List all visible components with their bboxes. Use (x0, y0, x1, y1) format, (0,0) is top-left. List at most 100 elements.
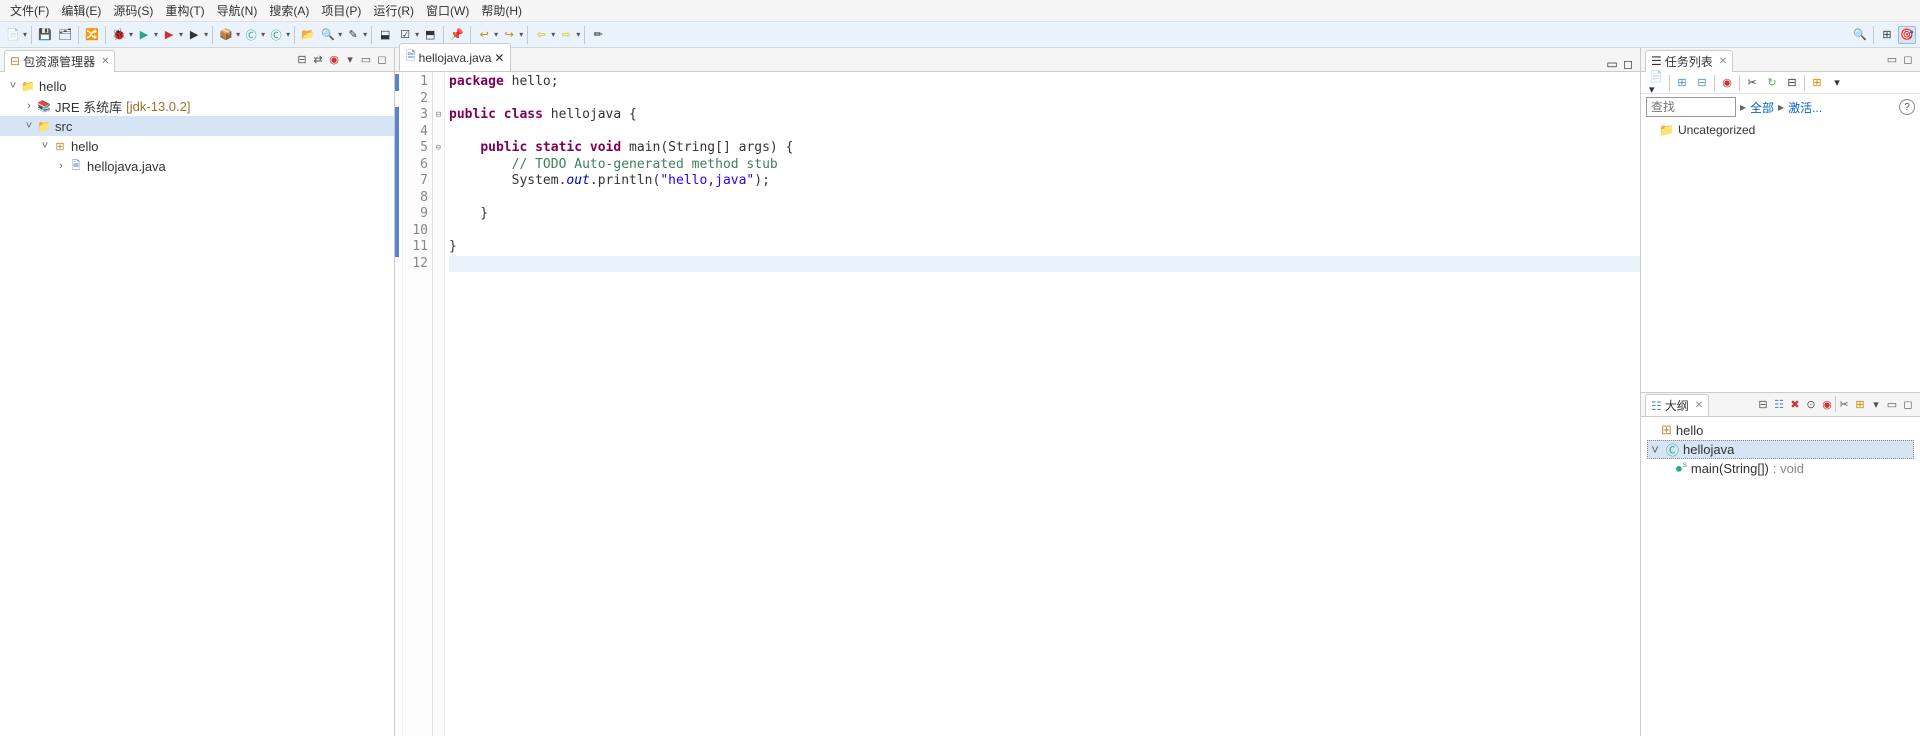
menu-refactor[interactable]: 重构(T) (159, 0, 210, 21)
src-node[interactable]: ˅ 📁 src (0, 116, 394, 136)
categorize-icon[interactable]: ⊞ (1852, 396, 1868, 412)
task-icon[interactable]: ☑ (396, 26, 414, 44)
maximize-icon[interactable]: ◻ (374, 52, 390, 68)
activate-link[interactable]: 激活... (1788, 99, 1822, 116)
expand-icon[interactable]: › (54, 160, 68, 172)
search-icon[interactable]: 🔍 (319, 26, 337, 44)
ext-run-icon[interactable]: ▶ (185, 26, 203, 44)
tasks-icon: ☰ (1651, 54, 1662, 68)
expand-icon[interactable]: › (22, 100, 36, 112)
menu-nav[interactable]: 导航(N) (211, 0, 264, 21)
menu-run[interactable]: 运行(R) (367, 0, 420, 21)
minimize-icon[interactable]: ▭ (358, 52, 374, 68)
maximize-icon[interactable]: ◻ (1900, 52, 1916, 68)
marker (395, 74, 399, 91)
open-perspective-icon[interactable]: ⊞ (1878, 26, 1896, 44)
maximize-icon[interactable]: ◻ (1900, 396, 1916, 412)
view-menu-icon[interactable]: ▾ (1829, 75, 1845, 91)
hide-icon[interactable]: ✖ (1787, 396, 1803, 412)
focus-task-icon[interactable]: ◉ (326, 52, 342, 68)
focus-icon[interactable]: ◉ (1719, 75, 1735, 91)
project-icon: 📁 (20, 79, 36, 93)
filter-icon[interactable]: ⊞ (1809, 75, 1825, 91)
editor-tab-hellojava[interactable]: 🗎 hellojava.java ✕ (399, 43, 511, 71)
pin-icon[interactable]: 📌 (448, 26, 466, 44)
new-class2-icon[interactable]: Ⓒ (267, 26, 285, 44)
close-icon[interactable]: ✕ (1695, 400, 1703, 411)
package-node[interactable]: ˅ ⊞ hello (0, 136, 394, 156)
code-area[interactable]: package hello; public class hellojava { … (445, 72, 1640, 736)
close-icon[interactable]: ✕ (101, 56, 109, 67)
switch-icon[interactable]: 🔀 (83, 26, 101, 44)
task-state-icon[interactable]: ⊟ (1694, 75, 1710, 91)
last-edit-icon[interactable]: ✏ (589, 26, 607, 44)
quick-access-icon[interactable]: 🔍 (1851, 26, 1869, 44)
expand-icon[interactable]: ˅ (38, 140, 52, 152)
help-icon[interactable]: ? (1899, 99, 1915, 115)
expand-icon[interactable]: ˅ (1648, 442, 1662, 457)
close-icon[interactable]: ✕ (494, 51, 504, 65)
expand-icon[interactable]: ˅ (6, 80, 20, 92)
filter-icon[interactable]: ⊙ (1803, 396, 1819, 412)
minimize-icon[interactable]: ▭ (1884, 52, 1900, 68)
outline-tab[interactable]: ☷ 大纲 ✕ (1645, 394, 1709, 416)
sync-icon[interactable]: ↻ (1764, 75, 1780, 91)
collapse-all-icon[interactable]: ⊟ (294, 52, 310, 68)
open-type-icon[interactable]: 📂 (299, 26, 317, 44)
fwd-icon[interactable]: ⇨ (557, 26, 575, 44)
close-icon[interactable]: ✕ (1719, 56, 1727, 67)
tasks-tab[interactable]: ☰ 任务列表 ✕ (1645, 50, 1733, 72)
all-link[interactable]: 全部 (1750, 99, 1774, 116)
wand-icon[interactable]: ✎ (344, 26, 362, 44)
prev-icon[interactable]: ↩ (475, 26, 493, 44)
next-icon[interactable]: ↪ (500, 26, 518, 44)
save-icon[interactable]: 💾 (36, 26, 54, 44)
outline-class-node[interactable]: ˅ Ⓒ hellojava (1647, 440, 1914, 459)
new-class-icon[interactable]: Ⓒ (242, 26, 260, 44)
chevron-right-icon: ▸ (1778, 100, 1784, 114)
link-editor-icon[interactable]: ⇄ (310, 52, 326, 68)
menu-help[interactable]: 帮助(H) (475, 0, 528, 21)
minimize-icon[interactable]: ▭ (1604, 57, 1620, 71)
focus-icon[interactable]: ◉ (1819, 396, 1835, 412)
new-icon[interactable]: 📄 (4, 26, 22, 44)
link-icon[interactable]: ✂ (1836, 396, 1852, 412)
tree-icon[interactable]: ☷ (1771, 396, 1787, 412)
minimize-icon[interactable]: ▭ (1884, 396, 1900, 412)
expand-icon[interactable]: ˅ (22, 120, 36, 132)
collapse-icon[interactable]: ⊟ (1784, 75, 1800, 91)
bp-icon[interactable]: ⬒ (421, 26, 439, 44)
menu-window[interactable]: 窗口(W) (420, 0, 475, 21)
code-editor[interactable]: 123456789101112 ⊟⊖ package hello; public… (395, 72, 1640, 736)
toggle-icon[interactable]: ⬓ (376, 26, 394, 44)
uncategorized-node[interactable]: 📁 Uncategorized (1641, 120, 1920, 140)
java-file-node[interactable]: › 🗎 hellojava.java (0, 156, 394, 176)
back-icon[interactable]: ⇦ (532, 26, 550, 44)
maximize-icon[interactable]: ◻ (1620, 57, 1636, 71)
run-icon[interactable]: ▶ (135, 26, 153, 44)
menu-file[interactable]: 文件(F) (4, 0, 55, 21)
package-explorer-tab[interactable]: ⊟ 包资源管理器 ✕ (4, 50, 115, 72)
view-menu-icon[interactable]: ▾ (342, 52, 358, 68)
new-pkg-icon[interactable]: 📦 (217, 26, 235, 44)
scissors-icon[interactable]: ✂ (1744, 75, 1760, 91)
coverage-icon[interactable]: ▶ (160, 26, 178, 44)
categorize-icon[interactable]: ⊞ (1674, 75, 1690, 91)
sort-icon[interactable]: ⊟ (1755, 396, 1771, 412)
java-perspective-icon[interactable]: 🎯 (1898, 26, 1916, 44)
debug-icon[interactable]: 🐞 (110, 26, 128, 44)
new-task-icon[interactable]: 📄▾ (1649, 75, 1665, 91)
menu-source[interactable]: 源码(S) (107, 0, 159, 21)
view-menu-icon[interactable]: ▾ (1868, 396, 1884, 412)
project-node[interactable]: ˅ 📁 hello (0, 76, 394, 96)
menu-search[interactable]: 搜索(A) (263, 0, 315, 21)
jre-node[interactable]: › 📚 JRE 系统库 [jdk-13.0.2] (0, 96, 394, 116)
menu-edit[interactable]: 编辑(E) (55, 0, 107, 21)
menu-project[interactable]: 项目(P) (315, 0, 367, 21)
save-all-icon[interactable]: 🗂 (56, 26, 74, 44)
marker (395, 107, 399, 257)
outline-package-node[interactable]: ⊞ hello (1647, 421, 1914, 440)
outline-method-node[interactable]: ●s main(String[]) : void (1647, 459, 1914, 478)
method-icon: ●s (1675, 460, 1687, 475)
tasks-search-input[interactable] (1646, 97, 1736, 117)
